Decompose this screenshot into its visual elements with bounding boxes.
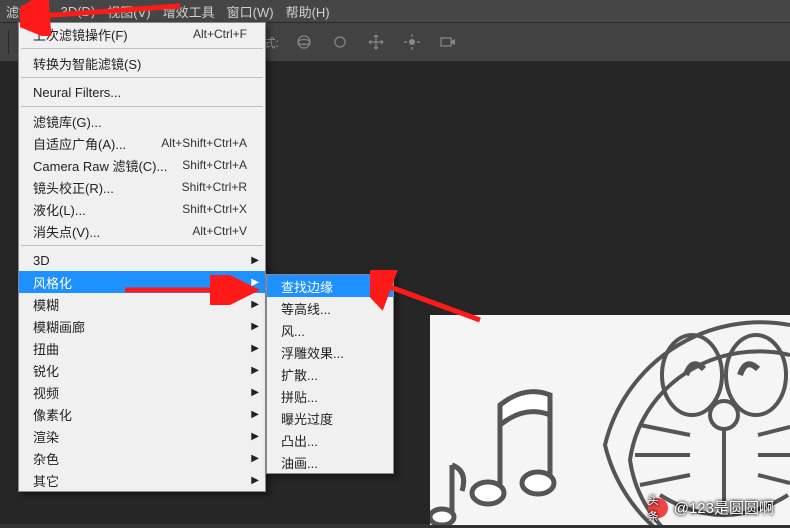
menu-item-label: 风格化 <box>33 273 247 292</box>
menu-item-label: 锐化 <box>33 361 247 380</box>
submenu-item-label: 凸出... <box>281 431 375 450</box>
submenu-item-label: 查找边缘 <box>281 277 375 296</box>
menu-item-label: 视频 <box>33 383 247 402</box>
menu-item-shortcut: Shift+Ctrl+X <box>182 202 247 216</box>
menu-item[interactable]: 自适应广角(A)...Alt+Shift+Ctrl+A <box>19 132 265 154</box>
menu-item-label: 上次滤镜操作(F) <box>33 25 193 44</box>
submenu-arrow-icon: ▶ <box>251 453 259 464</box>
menu-item[interactable]: 消失点(V)...Alt+Ctrl+V <box>19 220 265 242</box>
submenu-item[interactable]: 查找边缘 <box>267 275 393 297</box>
submenu-arrow-icon: ▶ <box>251 409 259 420</box>
submenu-item[interactable]: 浮雕效果... <box>267 341 393 363</box>
menu-item-label: 像素化 <box>33 405 247 424</box>
menu-filter[interactable]: 滤镜(T) <box>6 2 49 21</box>
menu-item-shortcut: Shift+Ctrl+A <box>182 158 247 172</box>
menu-item-label: 模糊画廊 <box>33 317 247 336</box>
menu-separator <box>21 106 263 107</box>
submenu-item-label: 等高线... <box>281 299 375 318</box>
menu-item-label: 滤镜库(G)... <box>33 112 247 131</box>
submenu-item[interactable]: 油画... <box>267 451 393 473</box>
submenu-arrow-icon: ▶ <box>251 365 259 376</box>
menubar: 滤镜(T) 3D(D) 视图(V) 增效工具 窗口(W) 帮助(H) <box>0 0 790 22</box>
submenu-arrow-icon: ▶ <box>251 431 259 442</box>
submenu-item[interactable]: 风... <box>267 319 393 341</box>
orbit-icon[interactable] <box>293 31 315 53</box>
submenu-arrow-icon: ▶ <box>251 277 259 288</box>
submenu-item[interactable]: 拼贴... <box>267 385 393 407</box>
menu-item[interactable]: 上次滤镜操作(F)Alt+Ctrl+F <box>19 23 265 45</box>
move-icon[interactable] <box>365 31 387 53</box>
menu-item[interactable]: 杂色 ▶ <box>19 447 265 469</box>
menu-item-label: 3D <box>33 253 247 268</box>
submenu-arrow-icon: ▶ <box>251 255 259 266</box>
pan-icon[interactable] <box>329 31 351 53</box>
menu-item-label: 镜头校正(R)... <box>33 178 182 197</box>
menu-item[interactable]: 像素化 ▶ <box>19 403 265 425</box>
submenu-item-label: 风... <box>281 321 375 340</box>
menu-plugins[interactable]: 增效工具 <box>163 2 215 21</box>
submenu-arrow-icon: ▶ <box>251 343 259 354</box>
menu-item-label: 自适应广角(A)... <box>33 134 161 153</box>
menu-item[interactable]: 模糊 ▶ <box>19 293 265 315</box>
menu-item-shortcut: Shift+Ctrl+R <box>182 180 247 194</box>
filter-menu-dropdown: 上次滤镜操作(F)Alt+Ctrl+F 转换为智能滤镜(S) Neural Filt… <box>18 22 266 492</box>
submenu-item-label: 扩散... <box>281 365 375 384</box>
submenu-arrow-icon: ▶ <box>251 299 259 310</box>
menu-item[interactable]: Camera Raw 滤镜(C)...Shift+Ctrl+A <box>19 154 265 176</box>
menu-item-label: Camera Raw 滤镜(C)... <box>33 156 182 175</box>
menu-item[interactable]: 3D ▶ <box>19 249 265 271</box>
menu-item[interactable]: 扭曲 ▶ <box>19 337 265 359</box>
menu-3d[interactable]: 3D(D) <box>61 4 96 19</box>
light-icon[interactable] <box>401 31 423 53</box>
menu-item[interactable]: 转换为智能滤镜(S) <box>19 52 265 74</box>
menu-item[interactable]: 滤镜库(G)... <box>19 110 265 132</box>
menu-item-label: 渲染 <box>33 427 247 446</box>
submenu-item-label: 浮雕效果... <box>281 343 375 362</box>
menu-item-label: 液化(L)... <box>33 200 182 219</box>
menu-item-label: 消失点(V)... <box>33 222 192 241</box>
submenu-arrow-icon: ▶ <box>251 321 259 332</box>
watermark-text: @123是圆圆啊 <box>674 497 774 518</box>
menu-separator <box>21 245 263 246</box>
submenu-item-label: 拼贴... <box>281 387 375 406</box>
submenu-item[interactable]: 曝光过度 <box>267 407 393 429</box>
menu-separator <box>21 48 263 49</box>
watermark-badge-icon: 头条 <box>648 498 668 518</box>
document-image <box>430 315 790 525</box>
menu-item-shortcut: Alt+Ctrl+F <box>193 27 247 41</box>
menu-item[interactable]: 模糊画廊 ▶ <box>19 315 265 337</box>
submenu-item-label: 油画... <box>281 453 375 472</box>
menu-view[interactable]: 视图(V) <box>107 2 150 21</box>
camera-icon[interactable] <box>437 31 459 53</box>
menu-item-label: 扭曲 <box>33 339 247 358</box>
menu-item[interactable]: 镜头校正(R)...Shift+Ctrl+R <box>19 176 265 198</box>
submenu-arrow-icon: ▶ <box>251 475 259 486</box>
menu-item-label: 转换为智能滤镜(S) <box>33 54 247 73</box>
divider <box>8 30 9 54</box>
submenu-item[interactable]: 凸出... <box>267 429 393 451</box>
menu-item[interactable]: 视频 ▶ <box>19 381 265 403</box>
menu-item-shortcut: Alt+Shift+Ctrl+A <box>161 136 247 150</box>
menu-item[interactable]: 锐化 ▶ <box>19 359 265 381</box>
menu-item[interactable]: 风格化 ▶ <box>19 271 265 293</box>
menu-item[interactable]: 其它 ▶ <box>19 469 265 491</box>
submenu-item-label: 曝光过度 <box>281 409 375 428</box>
menu-item-label: 模糊 <box>33 295 247 314</box>
menu-window[interactable]: 窗口(W) <box>227 2 274 21</box>
submenu-item[interactable]: 扩散... <box>267 363 393 385</box>
menu-item-label: 杂色 <box>33 449 247 468</box>
watermark: 头条 @123是圆圆啊 <box>648 497 774 518</box>
menu-help[interactable]: 帮助(H) <box>286 2 330 21</box>
menu-item-label: Neural Filters... <box>33 85 247 100</box>
menu-separator <box>21 77 263 78</box>
menu-item[interactable]: 渲染 ▶ <box>19 425 265 447</box>
submenu-item[interactable]: 等高线... <box>267 297 393 319</box>
menu-item[interactable]: Neural Filters... <box>19 81 265 103</box>
menu-item-shortcut: Alt+Ctrl+V <box>192 224 247 238</box>
menu-item[interactable]: 液化(L)...Shift+Ctrl+X <box>19 198 265 220</box>
submenu-arrow-icon: ▶ <box>251 387 259 398</box>
stylize-submenu: 查找边缘等高线... 风... 浮雕效果... 扩散... 拼贴... 曝光过度凸出...… <box>266 274 394 474</box>
menu-item-label: 其它 <box>33 471 247 490</box>
